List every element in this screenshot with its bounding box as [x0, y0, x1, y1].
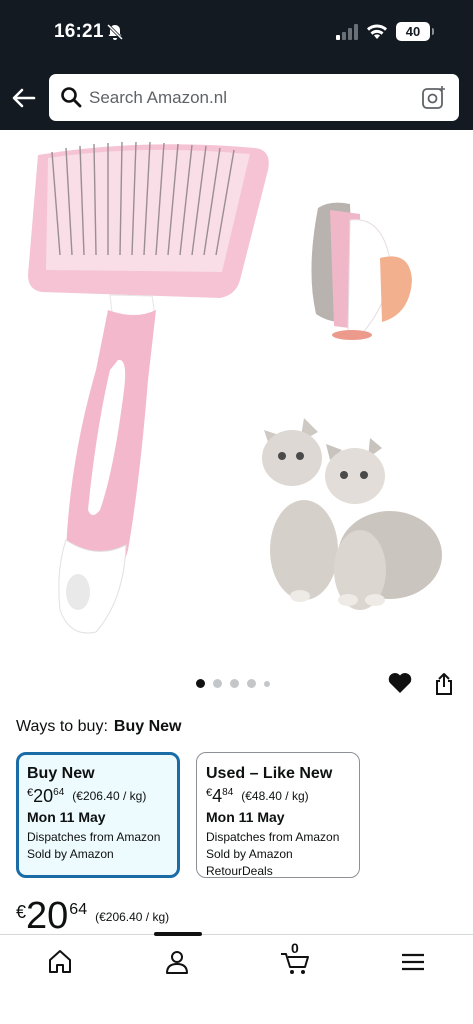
ways-to-buy-selected: Buy New: [113, 718, 182, 735]
signal-icon: [336, 24, 358, 40]
offer-title: Used – Like New: [206, 765, 333, 782]
menu-icon[interactable]: [398, 947, 428, 977]
camera-lens-icon[interactable]: [421, 85, 447, 111]
pagination-dot[interactable]: [247, 679, 256, 688]
search-icon: [61, 87, 82, 108]
account-icon[interactable]: [162, 947, 192, 977]
brush-illustration: [28, 141, 269, 634]
search-input[interactable]: [89, 74, 409, 121]
bell-muted-icon: [106, 23, 124, 41]
bottom-nav: 0: [0, 932, 473, 1024]
ways-to-buy-label: Ways to buy:: [16, 718, 108, 735]
offer-dispatch: Dispatches from Amazon: [27, 830, 161, 844]
top-bar: 16:21 40: [0, 0, 473, 130]
kittens-illustration: [262, 418, 442, 610]
cart-button[interactable]: 0: [280, 940, 310, 977]
offer-seller: Sold by Amazon RetourDeals: [206, 847, 293, 878]
offer-price: €20 64 (€206.40 / kg): [27, 786, 147, 806]
offer-card-used-like-new[interactable]: Used – Like New €4 84 (€48.40 / kg) Mon 11…: [196, 752, 360, 878]
offer-delivery-date: Mon 11 May: [206, 809, 285, 825]
offer-seller: Sold by Amazon: [27, 847, 114, 861]
offer-dispatch: Dispatches from Amazon: [206, 830, 340, 844]
wifi-icon: [367, 24, 387, 39]
pagination-dot[interactable]: [213, 679, 222, 688]
pagination-dot[interactable]: [196, 679, 205, 688]
offer-card-buy-new[interactable]: Buy New €20 64 (€206.40 / kg) Mon 11 May D…: [16, 752, 180, 878]
status-time: 16:21: [54, 21, 104, 42]
pagination-dot[interactable]: [264, 680, 270, 687]
product-image[interactable]: [0, 130, 473, 670]
offer-title: Buy New: [27, 765, 95, 782]
offer-delivery-date: Mon 11 May: [27, 809, 106, 825]
pagination-dot[interactable]: [230, 679, 239, 688]
battery-indicator: 40: [396, 22, 434, 41]
ways-to-buy: Ways to buy: Buy New: [16, 718, 181, 736]
cart-count: 0: [291, 940, 299, 956]
heart-icon[interactable]: [387, 671, 413, 695]
home-icon[interactable]: [45, 947, 75, 977]
search-bar[interactable]: [49, 74, 459, 121]
inset-brush-illustration: [311, 202, 412, 340]
offer-price: €4 84 (€48.40 / kg): [206, 786, 309, 806]
share-icon[interactable]: [433, 672, 455, 696]
back-arrow-icon[interactable]: [10, 84, 38, 112]
nav-active-indicator: [154, 932, 202, 936]
product-price: €20 64 (€206.40 / kg): [16, 895, 170, 937]
gallery-pagination[interactable]: [196, 679, 270, 688]
unit-price: (€206.40 / kg): [95, 910, 170, 924]
